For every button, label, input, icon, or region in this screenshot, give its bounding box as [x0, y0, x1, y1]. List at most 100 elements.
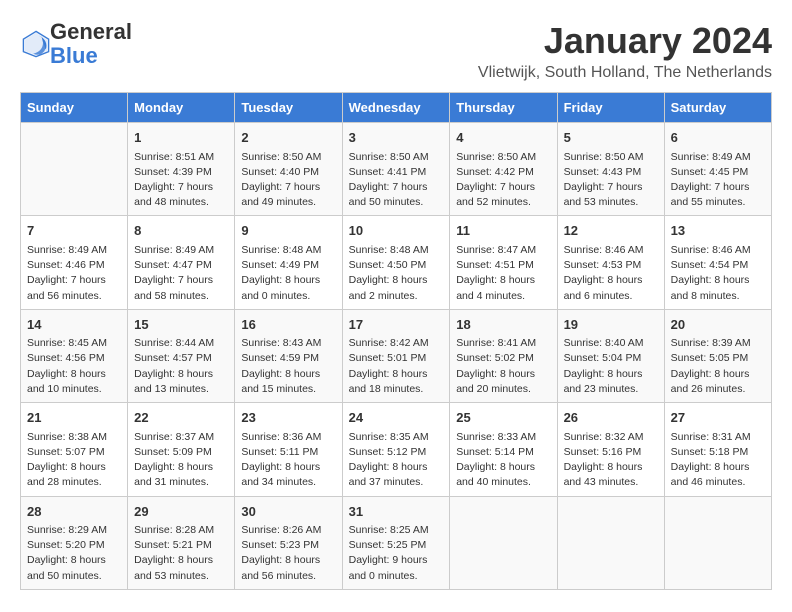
day-number: 19	[564, 315, 658, 335]
day-number: 29	[134, 502, 228, 522]
day-number: 28	[27, 502, 121, 522]
location-title: Vlietwijk, South Holland, The Netherland…	[478, 64, 772, 82]
day-number: 6	[671, 128, 765, 148]
calendar-cell: 18Sunrise: 8:41 AMSunset: 5:02 PMDayligh…	[450, 309, 557, 402]
calendar-cell: 13Sunrise: 8:46 AMSunset: 4:54 PMDayligh…	[664, 216, 771, 309]
day-number: 22	[134, 408, 228, 428]
day-info: Sunrise: 8:49 AMSunset: 4:46 PMDaylight:…	[27, 243, 121, 304]
day-info: Sunrise: 8:42 AMSunset: 5:01 PMDaylight:…	[349, 336, 444, 397]
calendar-cell: 10Sunrise: 8:48 AMSunset: 4:50 PMDayligh…	[342, 216, 450, 309]
calendar-cell: 23Sunrise: 8:36 AMSunset: 5:11 PMDayligh…	[235, 403, 342, 496]
calendar-cell: 14Sunrise: 8:45 AMSunset: 4:56 PMDayligh…	[21, 309, 128, 402]
day-info: Sunrise: 8:38 AMSunset: 5:07 PMDaylight:…	[27, 430, 121, 491]
day-number: 21	[27, 408, 121, 428]
day-info: Sunrise: 8:47 AMSunset: 4:51 PMDaylight:…	[456, 243, 550, 304]
day-number: 20	[671, 315, 765, 335]
header-thursday: Thursday	[450, 93, 557, 123]
day-info: Sunrise: 8:43 AMSunset: 4:59 PMDaylight:…	[241, 336, 335, 397]
day-info: Sunrise: 8:33 AMSunset: 5:14 PMDaylight:…	[456, 430, 550, 491]
day-number: 27	[671, 408, 765, 428]
calendar-cell: 25Sunrise: 8:33 AMSunset: 5:14 PMDayligh…	[450, 403, 557, 496]
calendar-cell	[557, 496, 664, 589]
day-number: 17	[349, 315, 444, 335]
day-number: 16	[241, 315, 335, 335]
calendar-week-row: 21Sunrise: 8:38 AMSunset: 5:07 PMDayligh…	[21, 403, 772, 496]
day-number: 18	[456, 315, 550, 335]
logo-text: General Blue	[50, 20, 132, 68]
calendar-week-row: 14Sunrise: 8:45 AMSunset: 4:56 PMDayligh…	[21, 309, 772, 402]
day-number: 3	[349, 128, 444, 148]
calendar-cell: 8Sunrise: 8:49 AMSunset: 4:47 PMDaylight…	[128, 216, 235, 309]
day-info: Sunrise: 8:50 AMSunset: 4:42 PMDaylight:…	[456, 150, 550, 211]
day-info: Sunrise: 8:49 AMSunset: 4:45 PMDaylight:…	[671, 150, 765, 211]
day-number: 31	[349, 502, 444, 522]
page-header: General Blue January 2024 Vlietwijk, Sou…	[20, 20, 772, 82]
day-info: Sunrise: 8:44 AMSunset: 4:57 PMDaylight:…	[134, 336, 228, 397]
calendar-cell: 24Sunrise: 8:35 AMSunset: 5:12 PMDayligh…	[342, 403, 450, 496]
logo: General Blue	[20, 20, 132, 68]
calendar-cell: 9Sunrise: 8:48 AMSunset: 4:49 PMDaylight…	[235, 216, 342, 309]
title-block: January 2024 Vlietwijk, South Holland, T…	[478, 20, 772, 82]
header-monday: Monday	[128, 93, 235, 123]
calendar-cell: 5Sunrise: 8:50 AMSunset: 4:43 PMDaylight…	[557, 123, 664, 216]
day-number: 24	[349, 408, 444, 428]
day-number: 11	[456, 221, 550, 241]
calendar-cell: 29Sunrise: 8:28 AMSunset: 5:21 PMDayligh…	[128, 496, 235, 589]
header-tuesday: Tuesday	[235, 93, 342, 123]
calendar-cell: 28Sunrise: 8:29 AMSunset: 5:20 PMDayligh…	[21, 496, 128, 589]
calendar-cell: 26Sunrise: 8:32 AMSunset: 5:16 PMDayligh…	[557, 403, 664, 496]
day-info: Sunrise: 8:39 AMSunset: 5:05 PMDaylight:…	[671, 336, 765, 397]
day-info: Sunrise: 8:50 AMSunset: 4:40 PMDaylight:…	[241, 150, 335, 211]
day-number: 1	[134, 128, 228, 148]
calendar-cell: 31Sunrise: 8:25 AMSunset: 5:25 PMDayligh…	[342, 496, 450, 589]
calendar-cell	[450, 496, 557, 589]
day-info: Sunrise: 8:45 AMSunset: 4:56 PMDaylight:…	[27, 336, 121, 397]
day-number: 7	[27, 221, 121, 241]
calendar-cell: 17Sunrise: 8:42 AMSunset: 5:01 PMDayligh…	[342, 309, 450, 402]
calendar-cell: 27Sunrise: 8:31 AMSunset: 5:18 PMDayligh…	[664, 403, 771, 496]
day-info: Sunrise: 8:28 AMSunset: 5:21 PMDaylight:…	[134, 523, 228, 584]
day-number: 10	[349, 221, 444, 241]
day-number: 8	[134, 221, 228, 241]
day-info: Sunrise: 8:41 AMSunset: 5:02 PMDaylight:…	[456, 336, 550, 397]
day-info: Sunrise: 8:49 AMSunset: 4:47 PMDaylight:…	[134, 243, 228, 304]
day-number: 25	[456, 408, 550, 428]
day-info: Sunrise: 8:29 AMSunset: 5:20 PMDaylight:…	[27, 523, 121, 584]
calendar-cell	[21, 123, 128, 216]
day-info: Sunrise: 8:40 AMSunset: 5:04 PMDaylight:…	[564, 336, 658, 397]
day-info: Sunrise: 8:37 AMSunset: 5:09 PMDaylight:…	[134, 430, 228, 491]
day-number: 26	[564, 408, 658, 428]
header-friday: Friday	[557, 93, 664, 123]
calendar-cell	[664, 496, 771, 589]
calendar-week-row: 7Sunrise: 8:49 AMSunset: 4:46 PMDaylight…	[21, 216, 772, 309]
day-info: Sunrise: 8:35 AMSunset: 5:12 PMDaylight:…	[349, 430, 444, 491]
calendar-cell: 2Sunrise: 8:50 AMSunset: 4:40 PMDaylight…	[235, 123, 342, 216]
header-sunday: Sunday	[21, 93, 128, 123]
day-info: Sunrise: 8:51 AMSunset: 4:39 PMDaylight:…	[134, 150, 228, 211]
calendar-cell: 3Sunrise: 8:50 AMSunset: 4:41 PMDaylight…	[342, 123, 450, 216]
calendar-cell: 22Sunrise: 8:37 AMSunset: 5:09 PMDayligh…	[128, 403, 235, 496]
header-saturday: Saturday	[664, 93, 771, 123]
day-info: Sunrise: 8:48 AMSunset: 4:50 PMDaylight:…	[349, 243, 444, 304]
day-number: 4	[456, 128, 550, 148]
day-info: Sunrise: 8:25 AMSunset: 5:25 PMDaylight:…	[349, 523, 444, 584]
calendar-cell: 7Sunrise: 8:49 AMSunset: 4:46 PMDaylight…	[21, 216, 128, 309]
logo-icon	[22, 30, 50, 58]
day-number: 14	[27, 315, 121, 335]
day-number: 5	[564, 128, 658, 148]
calendar-header-row: SundayMondayTuesdayWednesdayThursdayFrid…	[21, 93, 772, 123]
day-info: Sunrise: 8:26 AMSunset: 5:23 PMDaylight:…	[241, 523, 335, 584]
calendar-table: SundayMondayTuesdayWednesdayThursdayFrid…	[20, 92, 772, 590]
day-info: Sunrise: 8:50 AMSunset: 4:43 PMDaylight:…	[564, 150, 658, 211]
day-info: Sunrise: 8:48 AMSunset: 4:49 PMDaylight:…	[241, 243, 335, 304]
calendar-cell: 16Sunrise: 8:43 AMSunset: 4:59 PMDayligh…	[235, 309, 342, 402]
day-number: 15	[134, 315, 228, 335]
day-number: 13	[671, 221, 765, 241]
day-number: 9	[241, 221, 335, 241]
month-title: January 2024	[478, 20, 772, 62]
calendar-cell: 4Sunrise: 8:50 AMSunset: 4:42 PMDaylight…	[450, 123, 557, 216]
day-number: 30	[241, 502, 335, 522]
calendar-cell: 15Sunrise: 8:44 AMSunset: 4:57 PMDayligh…	[128, 309, 235, 402]
day-info: Sunrise: 8:32 AMSunset: 5:16 PMDaylight:…	[564, 430, 658, 491]
day-info: Sunrise: 8:46 AMSunset: 4:54 PMDaylight:…	[671, 243, 765, 304]
